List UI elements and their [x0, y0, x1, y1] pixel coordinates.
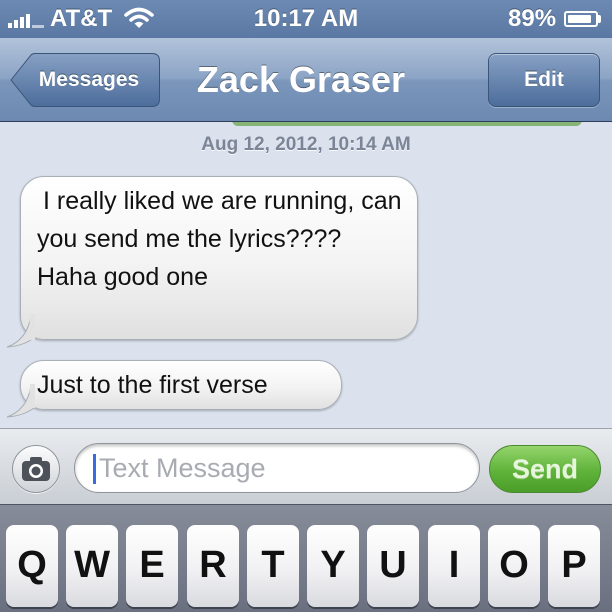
key-q[interactable]: Q: [6, 525, 58, 607]
key-w[interactable]: W: [66, 525, 118, 607]
key-y[interactable]: Y: [307, 525, 359, 607]
text-cursor: [93, 454, 96, 484]
key-e[interactable]: E: [126, 525, 178, 607]
key-t[interactable]: T: [247, 525, 299, 607]
battery-percentage: 89%: [508, 5, 557, 32]
key-i[interactable]: I: [428, 525, 480, 607]
key-o[interactable]: O: [488, 525, 540, 607]
bubble-tail: [6, 314, 35, 348]
message-timestamp: Aug 12, 2012, 10:14 AM: [201, 134, 411, 155]
battery-icon: [564, 11, 598, 27]
page-title: Zack Graser: [196, 59, 406, 100]
status-bar: AT&T 10:17 AM 89%: [0, 0, 612, 38]
conversation-view[interactable]: Aug 12, 2012, 10:14 AM I really liked we…: [0, 122, 612, 428]
key-u[interactable]: U: [367, 525, 419, 607]
battery-fill: [568, 15, 591, 23]
received-message-bubble[interactable]: I really liked we are running, can you s…: [20, 176, 418, 340]
message-input-placeholder: Text Message: [99, 453, 266, 483]
send-button[interactable]: Send: [489, 445, 601, 493]
message-text: Just to the first verse: [37, 371, 268, 399]
bubble-tail: [6, 384, 35, 418]
key-p[interactable]: P: [548, 525, 600, 607]
keyboard: Q W E R T Y U I O P: [0, 504, 612, 612]
previous-message-bubble: [232, 122, 582, 126]
back-button-label: Messages: [38, 68, 140, 91]
back-button[interactable]: Messages: [10, 53, 160, 107]
camera-icon: [22, 457, 50, 481]
message-text: I really liked we are running, can you s…: [37, 187, 402, 291]
navigation-bar: Messages Zack Graser Edit: [0, 38, 612, 122]
battery-terminal: [598, 15, 601, 23]
key-r[interactable]: R: [187, 525, 239, 607]
edit-button[interactable]: Edit: [488, 53, 600, 107]
compose-bar: Text Message Send: [0, 428, 612, 504]
message-input[interactable]: Text Message: [74, 443, 480, 493]
received-message-bubble[interactable]: Just to the first verse: [20, 360, 342, 410]
camera-button[interactable]: [12, 445, 60, 493]
